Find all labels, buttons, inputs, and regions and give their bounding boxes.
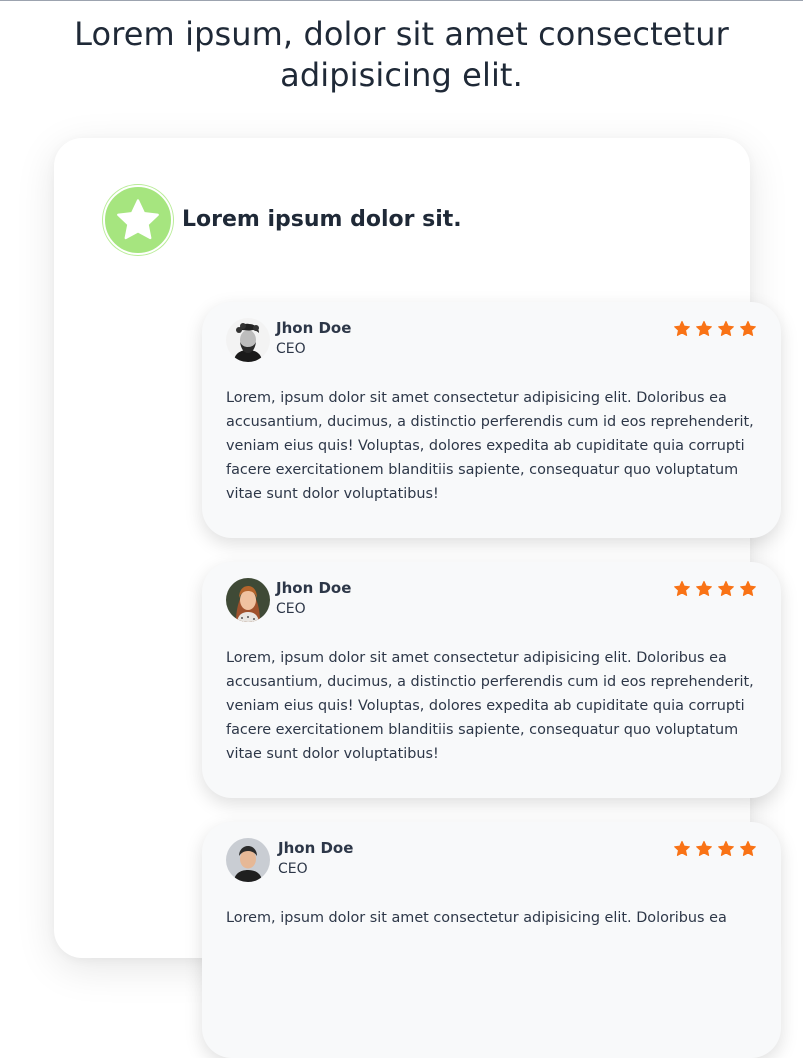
star-icon: [117, 199, 159, 240]
avatar: [226, 578, 270, 622]
top-divider: [0, 0, 803, 1]
testimonial-name: Jhon Doe: [276, 579, 352, 597]
testimonial-text: Lorem, ipsum dolor sit amet consectetur …: [226, 650, 754, 762]
star-icon: [674, 840, 690, 856]
testimonial-text: Lorem, ipsum dolor sit amet consectetur …: [226, 910, 727, 926]
avatar-man-beard-icon: [226, 318, 270, 362]
star-icon: [718, 580, 734, 596]
star-icon: [696, 840, 712, 856]
star-badge: [103, 185, 173, 255]
star-icon: [740, 320, 756, 336]
rating-stars: [673, 320, 757, 338]
testimonial-text: Lorem, ipsum dolor sit amet consectetur …: [226, 390, 754, 502]
star-icon: [696, 320, 712, 336]
page-title: Lorem ipsum, dolor sit amet consectetur …: [74, 15, 729, 94]
testimonial-role: CEO: [278, 861, 308, 877]
star-icon: [696, 580, 712, 596]
testimonial-role: CEO: [276, 601, 306, 617]
testimonial-name: Jhon Doe: [276, 319, 352, 337]
star-icon: [674, 320, 690, 336]
card-header: Lorem ipsum dolor sit.: [103, 185, 462, 255]
star-icon: [718, 840, 734, 856]
rating-stars: [673, 840, 757, 858]
avatar: [226, 838, 270, 882]
testimonial-card: Jhon Doe CEO Lorem, ipsum dolor sit amet…: [202, 822, 781, 1058]
star-icon: [674, 580, 690, 596]
testimonial-card: Jhon Doe CEO Lorem, ipsum dolor sit amet…: [202, 302, 781, 538]
avatar-man-icon: [226, 838, 270, 882]
testimonial-role: CEO: [276, 341, 306, 357]
card-header-title: Lorem ipsum dolor sit.: [182, 206, 462, 232]
star-icon: [718, 320, 734, 336]
star-icon: [740, 580, 756, 596]
rating-stars: [673, 580, 757, 598]
avatar: [226, 318, 270, 362]
avatar-woman-icon: [226, 578, 270, 622]
star-icon: [740, 840, 756, 856]
testimonial-card: Jhon Doe CEO Lorem, ipsum dolor sit amet…: [202, 562, 781, 798]
testimonial-name: Jhon Doe: [278, 839, 354, 857]
